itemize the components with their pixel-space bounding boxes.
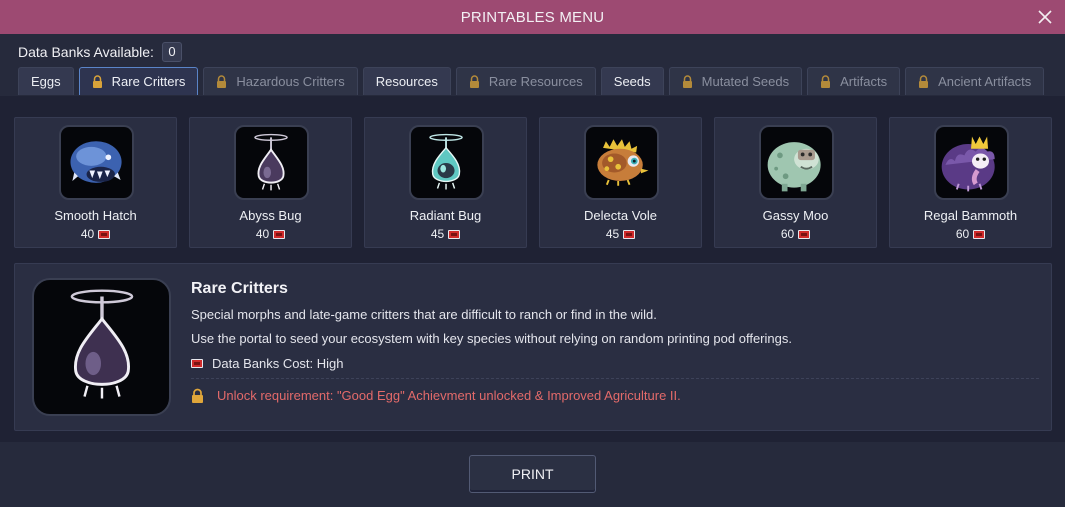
detail-title: Rare Critters <box>191 280 288 297</box>
tab-seeds[interactable]: Seeds <box>600 67 664 95</box>
tab-label: Mutated Seeds <box>701 74 790 89</box>
cost-value: 60 <box>780 227 795 241</box>
tab-label: Rare Resources <box>488 74 583 89</box>
window-title: PRINTABLES MENU <box>460 9 605 26</box>
title-bar: PRINTABLES MENU <box>0 0 1065 34</box>
tab-resources[interactable]: Resources <box>362 67 451 95</box>
databank-icon <box>798 229 811 239</box>
databank-icon <box>973 229 986 239</box>
item-card-gassy-moo[interactable]: Gassy Moo 60 <box>714 117 877 248</box>
tab-mutated-seeds[interactable]: Mutated Seeds <box>668 67 803 95</box>
databanks-available: Data Banks Available: 0 <box>18 42 182 62</box>
detail-description: Special morphs and late-game critters th… <box>191 307 657 322</box>
tab-artifacts[interactable]: Artifacts <box>807 67 901 95</box>
tab-label: Seeds <box>613 74 651 89</box>
abyss-bug-icon <box>32 278 171 416</box>
tab-eggs[interactable]: Eggs <box>18 67 74 95</box>
critter-grid: Smooth Hatch 40 Abyss Bug 40 Radiant Bug… <box>14 117 1052 248</box>
unlock-text: Unlock requirement: "Good Egg" Achievmen… <box>217 388 681 403</box>
print-button[interactable]: PRINT <box>469 455 596 493</box>
databank-icon <box>98 229 111 239</box>
abyss-bug-icon <box>234 125 309 200</box>
cost-value: 40 <box>80 227 95 241</box>
databank-icon <box>191 359 203 368</box>
gassy-moo-icon <box>759 125 834 200</box>
lock-icon <box>192 388 203 403</box>
item-card-smooth-hatch[interactable]: Smooth Hatch 40 <box>14 117 177 248</box>
databanks-label: Data Banks Available: <box>18 44 154 60</box>
item-name: Delecta Vole <box>584 208 657 223</box>
item-name: Regal Bammoth <box>923 208 1018 223</box>
item-cost: 60 <box>890 227 1051 241</box>
radiant-bug-icon <box>409 125 484 200</box>
tab-label: Eggs <box>31 74 61 89</box>
category-tabs: Eggs Rare Critters Hazardous Critters Re… <box>18 67 1049 95</box>
item-card-regal-bammoth[interactable]: Regal Bammoth 60 <box>889 117 1052 248</box>
detail-description-usage: Use the portal to seed your ecosystem wi… <box>191 331 792 346</box>
lock-icon <box>821 75 831 88</box>
tab-label: Artifacts <box>840 74 888 89</box>
lock-icon <box>919 75 929 88</box>
tab-hazardous-critters[interactable]: Hazardous Critters <box>203 67 358 95</box>
tab-label: Ancient Artifacts <box>938 74 1032 89</box>
category-detail: Rare Critters Special morphs and late-ga… <box>14 263 1052 431</box>
item-card-radiant-bug[interactable]: Radiant Bug 45 <box>364 117 527 248</box>
databanks-count: 0 <box>161 42 182 62</box>
databank-icon <box>448 229 461 239</box>
tab-label: Hazardous Critters <box>236 74 345 89</box>
item-card-abyss-bug[interactable]: Abyss Bug 40 <box>189 117 352 248</box>
regal-bammoth-icon <box>934 125 1009 200</box>
lock-icon <box>92 75 102 88</box>
cost-value: 40 <box>255 227 270 241</box>
tab-rare-critters[interactable]: Rare Critters <box>78 67 199 95</box>
tab-label: Rare Critters <box>111 74 186 89</box>
cost-label: Data Banks Cost: High <box>212 356 344 371</box>
item-name: Abyss Bug <box>239 208 302 223</box>
databank-icon <box>273 229 286 239</box>
item-cost: 60 <box>715 227 876 241</box>
item-cost: 40 <box>190 227 351 241</box>
item-name: Gassy Moo <box>762 208 829 223</box>
lock-icon <box>469 75 479 88</box>
divider <box>191 378 1039 379</box>
tab-ancient-artifacts[interactable]: Ancient Artifacts <box>905 67 1045 95</box>
delecta-vole-icon <box>584 125 659 200</box>
tab-rare-resources[interactable]: Rare Resources <box>455 67 596 95</box>
cost-value: 60 <box>955 227 970 241</box>
cost-value: 45 <box>605 227 620 241</box>
item-name: Smooth Hatch <box>54 208 137 223</box>
smooth-hatch-icon <box>59 125 134 200</box>
item-name: Radiant Bug <box>409 208 482 223</box>
databanks-cost: Data Banks Cost: High <box>191 356 344 371</box>
item-cost: 40 <box>15 227 176 241</box>
item-card-delecta-vole[interactable]: Delecta Vole 45 <box>539 117 702 248</box>
lock-icon <box>682 75 692 88</box>
cost-value: 45 <box>430 227 445 241</box>
item-cost: 45 <box>540 227 701 241</box>
databank-icon <box>623 229 636 239</box>
close-icon[interactable] <box>1035 7 1055 27</box>
unlock-requirement: Unlock requirement: "Good Egg" Achievmen… <box>191 388 681 403</box>
item-cost: 45 <box>365 227 526 241</box>
lock-icon <box>217 75 227 88</box>
tab-label: Resources <box>375 74 438 89</box>
